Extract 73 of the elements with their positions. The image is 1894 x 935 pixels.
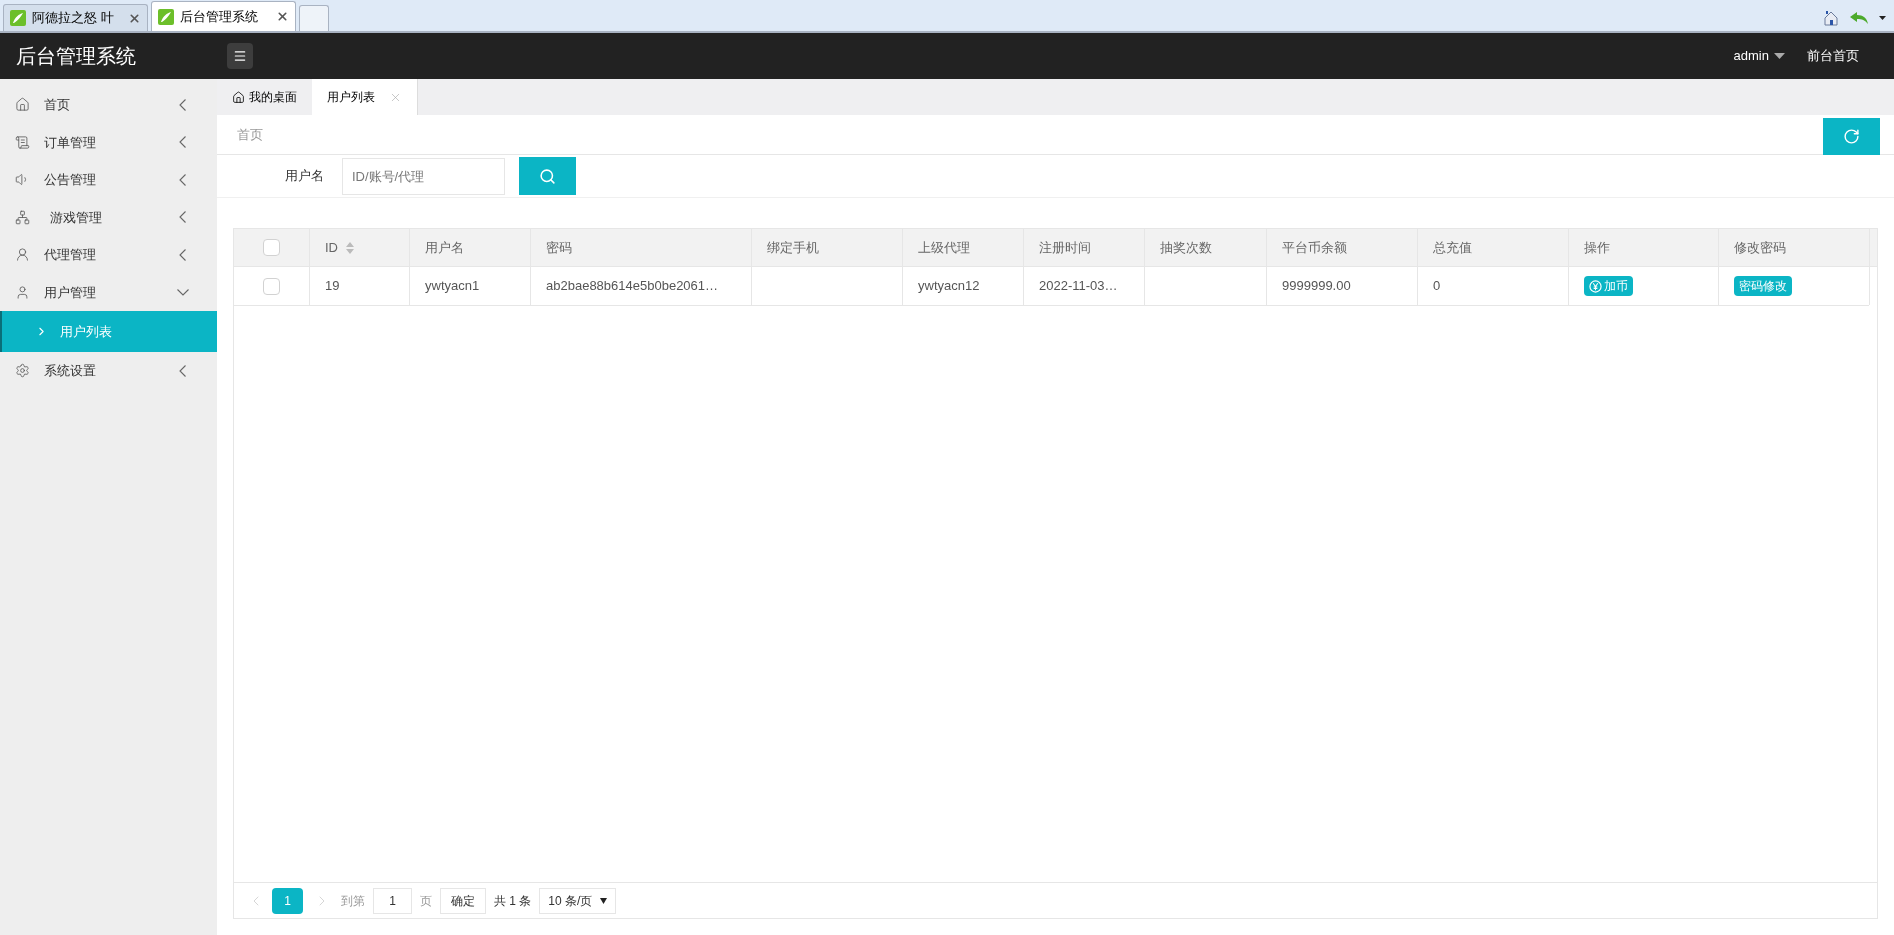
network-icon	[15, 209, 30, 225]
page-tab[interactable]: 用户列表	[312, 79, 418, 115]
yen-icon	[1589, 279, 1602, 293]
sidebar-item[interactable]: 订单管理	[0, 123, 217, 161]
settings-icon	[15, 363, 30, 379]
leaf-icon	[158, 8, 174, 25]
user-menu[interactable]: admin	[1733, 46, 1785, 66]
menu-toggle-button[interactable]	[227, 43, 253, 69]
chevron-left-icon[interactable]	[179, 136, 186, 149]
column-header: 上级代理	[903, 229, 1024, 266]
table-cell: 2022-11-03…	[1024, 267, 1145, 305]
chevron-down-icon[interactable]	[177, 288, 189, 296]
tab-title: 阿德拉之怒 叶	[32, 9, 115, 28]
tab-title: 后台管理系统	[180, 7, 259, 26]
chevron-left-icon[interactable]	[179, 98, 186, 111]
column-header: 修改密码	[1719, 229, 1870, 266]
table-cell: 9999999.00	[1267, 267, 1418, 305]
column-header: 密码	[531, 229, 752, 266]
column-header: 用户名	[410, 229, 531, 266]
page-unit-label: 页	[420, 892, 432, 910]
checkbox[interactable]	[263, 239, 280, 256]
document-icon	[15, 134, 30, 150]
search-icon	[539, 167, 556, 185]
page-tab[interactable]: 我的桌面	[217, 79, 312, 115]
sort-icon	[346, 241, 354, 254]
chevron-left-icon[interactable]	[179, 173, 186, 186]
menu-icon	[233, 49, 247, 63]
house-icon[interactable]	[1823, 10, 1839, 26]
checkbox[interactable]	[263, 277, 280, 295]
sidebar-item[interactable]: 用户管理	[0, 273, 217, 311]
close-icon[interactable]	[276, 10, 289, 23]
home-icon	[15, 97, 30, 113]
confirm-button[interactable]: 确定	[440, 887, 486, 914]
refresh-icon	[1843, 127, 1860, 145]
column-header: 平台币余额	[1267, 229, 1418, 266]
home-icon	[232, 90, 245, 104]
sidebar-item[interactable]: 游戏管理	[0, 198, 217, 236]
search-label: 用户名	[285, 167, 325, 186]
leaf-icon	[10, 10, 26, 26]
chevron-left-icon[interactable]	[179, 211, 186, 224]
column-header: 注册时间	[1024, 229, 1145, 266]
chevron-left-icon[interactable]	[179, 248, 186, 261]
caret-icon	[1774, 53, 1785, 59]
user-icon	[15, 247, 30, 263]
browser-tab[interactable]: 阿德拉之怒 叶	[3, 4, 148, 31]
table-cell: 0	[1418, 267, 1569, 305]
column-header: 总充值	[1418, 229, 1569, 266]
front-page-link[interactable]: 前台首页	[1807, 46, 1859, 66]
dropdown-caret-icon[interactable]	[1879, 16, 1886, 20]
column-header[interactable]: ID	[310, 229, 410, 266]
column-header: 操作	[1569, 229, 1719, 266]
table-cell: 19	[310, 267, 410, 305]
close-icon[interactable]	[128, 11, 141, 25]
total-count: 共 1 条	[494, 892, 532, 910]
caret-icon	[600, 897, 608, 904]
sidebar-item[interactable]: 首页	[0, 86, 217, 124]
table-cell: ywtyacn12	[903, 267, 1024, 305]
refresh-button[interactable]	[1823, 117, 1880, 155]
sidebar-item[interactable]: 代理管理	[0, 236, 217, 274]
table-cell: ywtyacn1	[410, 267, 531, 305]
app-title: 后台管理系统	[15, 44, 137, 69]
search-field[interactable]: ID/账号/代理	[342, 157, 505, 195]
column-header: 绑定手机	[752, 229, 903, 266]
browser-tab[interactable]: 后台管理系统	[151, 1, 296, 31]
user-icon	[15, 284, 30, 300]
goto-label: 到第	[341, 892, 365, 910]
sidebar-item[interactable]: 公告管理	[0, 161, 217, 199]
page-size-select[interactable]: 10 条/页	[539, 887, 617, 914]
table-cell: ab2bae88b614e5b0be2061…	[531, 267, 752, 305]
page-input[interactable]: 1	[373, 887, 412, 914]
column-header: 抽奖次数	[1145, 229, 1267, 266]
chevron-left-icon[interactable]	[179, 364, 186, 377]
sidebar-item[interactable]: 系统设置	[0, 352, 217, 390]
